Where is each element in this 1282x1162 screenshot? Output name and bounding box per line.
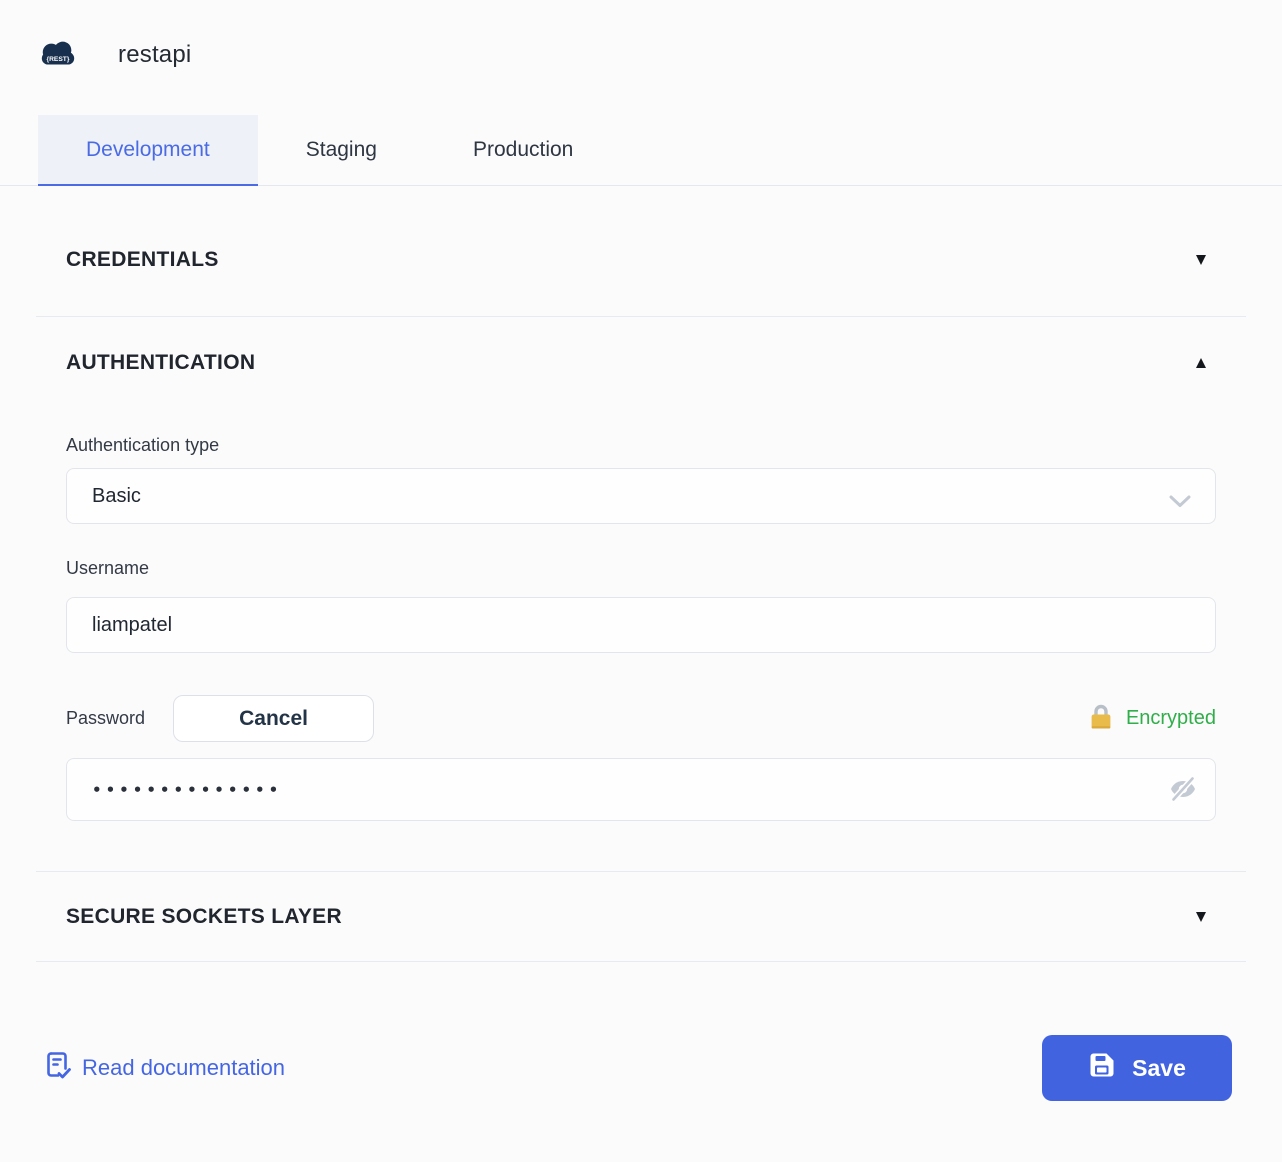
settings-content: CREDENTIALS AUTHENTICATION Authenticatio…	[36, 186, 1246, 962]
password-label: Password	[66, 708, 145, 729]
rest-cloud-icon: {REST}	[38, 39, 78, 71]
password-field-wrap	[66, 758, 1216, 821]
encrypted-badge: Encrypted	[1089, 703, 1216, 735]
environment-tabs: Development Staging Production	[0, 115, 1282, 186]
tab-staging[interactable]: Staging	[258, 115, 425, 186]
section-header-credentials[interactable]: CREDENTIALS	[36, 186, 1246, 316]
caret-down-icon	[1196, 912, 1206, 922]
app-header: {REST} restapi	[0, 0, 1282, 78]
authentication-section-title: AUTHENTICATION	[66, 351, 255, 375]
password-input[interactable]	[66, 758, 1216, 821]
eye-off-icon[interactable]	[1168, 776, 1198, 805]
section-divider	[36, 961, 1246, 962]
caret-down-icon	[1196, 255, 1206, 265]
read-documentation-link[interactable]: Read documentation	[44, 1050, 285, 1086]
document-check-icon	[44, 1050, 72, 1086]
tab-development[interactable]: Development	[38, 115, 258, 186]
cancel-button[interactable]: Cancel	[173, 695, 374, 742]
save-button-label: Save	[1132, 1055, 1186, 1082]
encrypted-label: Encrypted	[1126, 707, 1216, 730]
auth-type-select[interactable]: Basic	[66, 468, 1216, 524]
caret-up-icon	[1196, 358, 1206, 368]
credentials-section-title: CREDENTIALS	[66, 248, 219, 272]
authentication-form: Authentication type Basic Username Passw…	[36, 435, 1246, 871]
chevron-down-icon	[1169, 491, 1191, 514]
ssl-section-title: SECURE SOCKETS LAYER	[66, 905, 342, 929]
username-input[interactable]	[66, 597, 1216, 653]
footer-bar: Read documentation Save	[44, 1035, 1232, 1101]
lock-icon	[1089, 703, 1113, 735]
password-row: Password Cancel Encrypted	[66, 695, 1216, 742]
read-documentation-label: Read documentation	[82, 1055, 285, 1081]
username-label: Username	[66, 558, 1216, 579]
section-header-authentication[interactable]: AUTHENTICATION	[36, 317, 1246, 375]
auth-type-selected-value: Basic	[92, 485, 141, 508]
svg-text:{REST}: {REST}	[47, 56, 70, 63]
page-title: restapi	[118, 41, 191, 69]
save-button[interactable]: Save	[1042, 1035, 1232, 1101]
tab-production[interactable]: Production	[425, 115, 621, 186]
section-header-ssl[interactable]: SECURE SOCKETS LAYER	[36, 872, 1246, 961]
auth-type-label: Authentication type	[66, 435, 1216, 456]
floppy-disk-icon	[1088, 1051, 1116, 1085]
